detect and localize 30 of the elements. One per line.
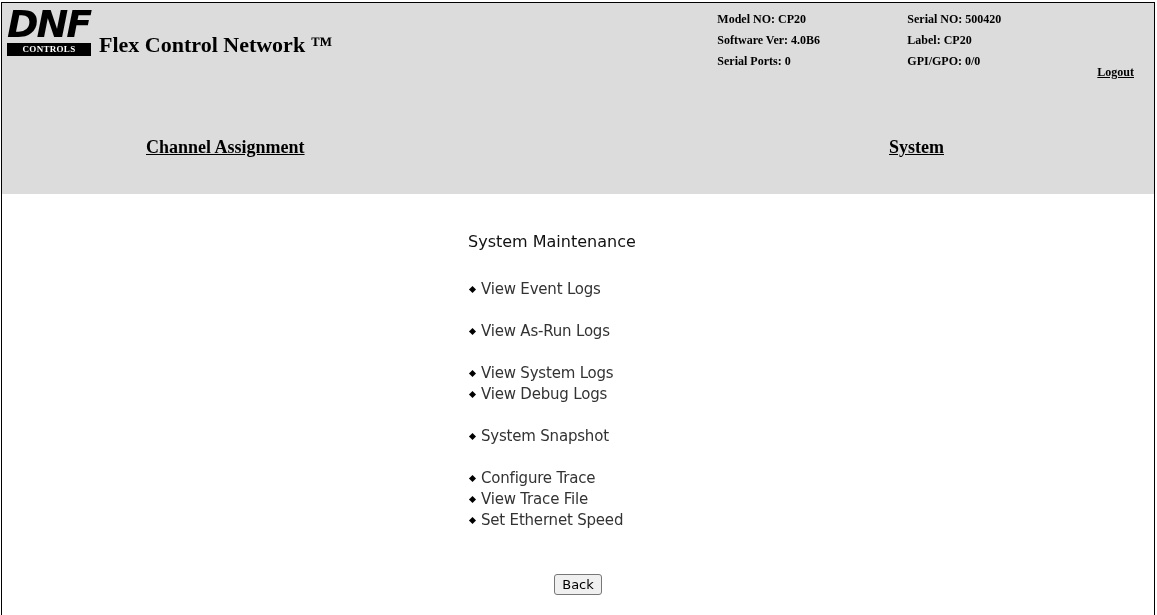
bullet-icon	[468, 432, 477, 441]
bullet-icon	[468, 495, 477, 504]
device-info-text: Software Ver: 4.0B6	[717, 33, 822, 48]
menu-link[interactable]: View Debug Logs	[481, 384, 608, 403]
device-info-text: Serial NO: 500420	[907, 12, 1003, 27]
logo-mark: DNF	[7, 8, 91, 40]
device-info-text: Serial Ports: 0	[717, 54, 792, 69]
device-info-text: GPI/GPO: 0/0	[907, 54, 982, 69]
menu-link[interactable]: View As-Run Logs	[481, 321, 610, 340]
logo-subtitle: CONTROLS	[7, 43, 91, 56]
menu-link[interactable]: Configure Trace	[481, 468, 596, 487]
menu-link[interactable]: View Trace File	[481, 489, 589, 508]
menu-link[interactable]: System Snapshot	[481, 426, 609, 445]
menu-link[interactable]: View Event Logs	[481, 279, 601, 298]
nav-link[interactable]: Channel Assignment	[146, 137, 889, 158]
bullet-icon	[468, 390, 477, 399]
device-info-text: Model NO: CP20	[717, 12, 807, 27]
bullet-icon	[468, 474, 477, 483]
bullet-icon	[468, 285, 477, 294]
nav-link[interactable]: System	[889, 137, 944, 158]
section-heading: System Maintenance	[468, 232, 637, 251]
back-button[interactable]: Back	[554, 574, 602, 595]
bullet-icon	[468, 327, 477, 336]
menu-link[interactable]: View System Logs	[481, 363, 614, 382]
bullet-icon	[468, 516, 477, 525]
app-title: Flex Control Network ™	[99, 32, 334, 58]
menu-link[interactable]: Set Ethernet Speed	[481, 510, 624, 529]
bullet-icon	[468, 369, 477, 378]
device-info-text: Label: CP20	[907, 33, 973, 48]
logout-link[interactable]: Logout	[1097, 65, 1134, 80]
